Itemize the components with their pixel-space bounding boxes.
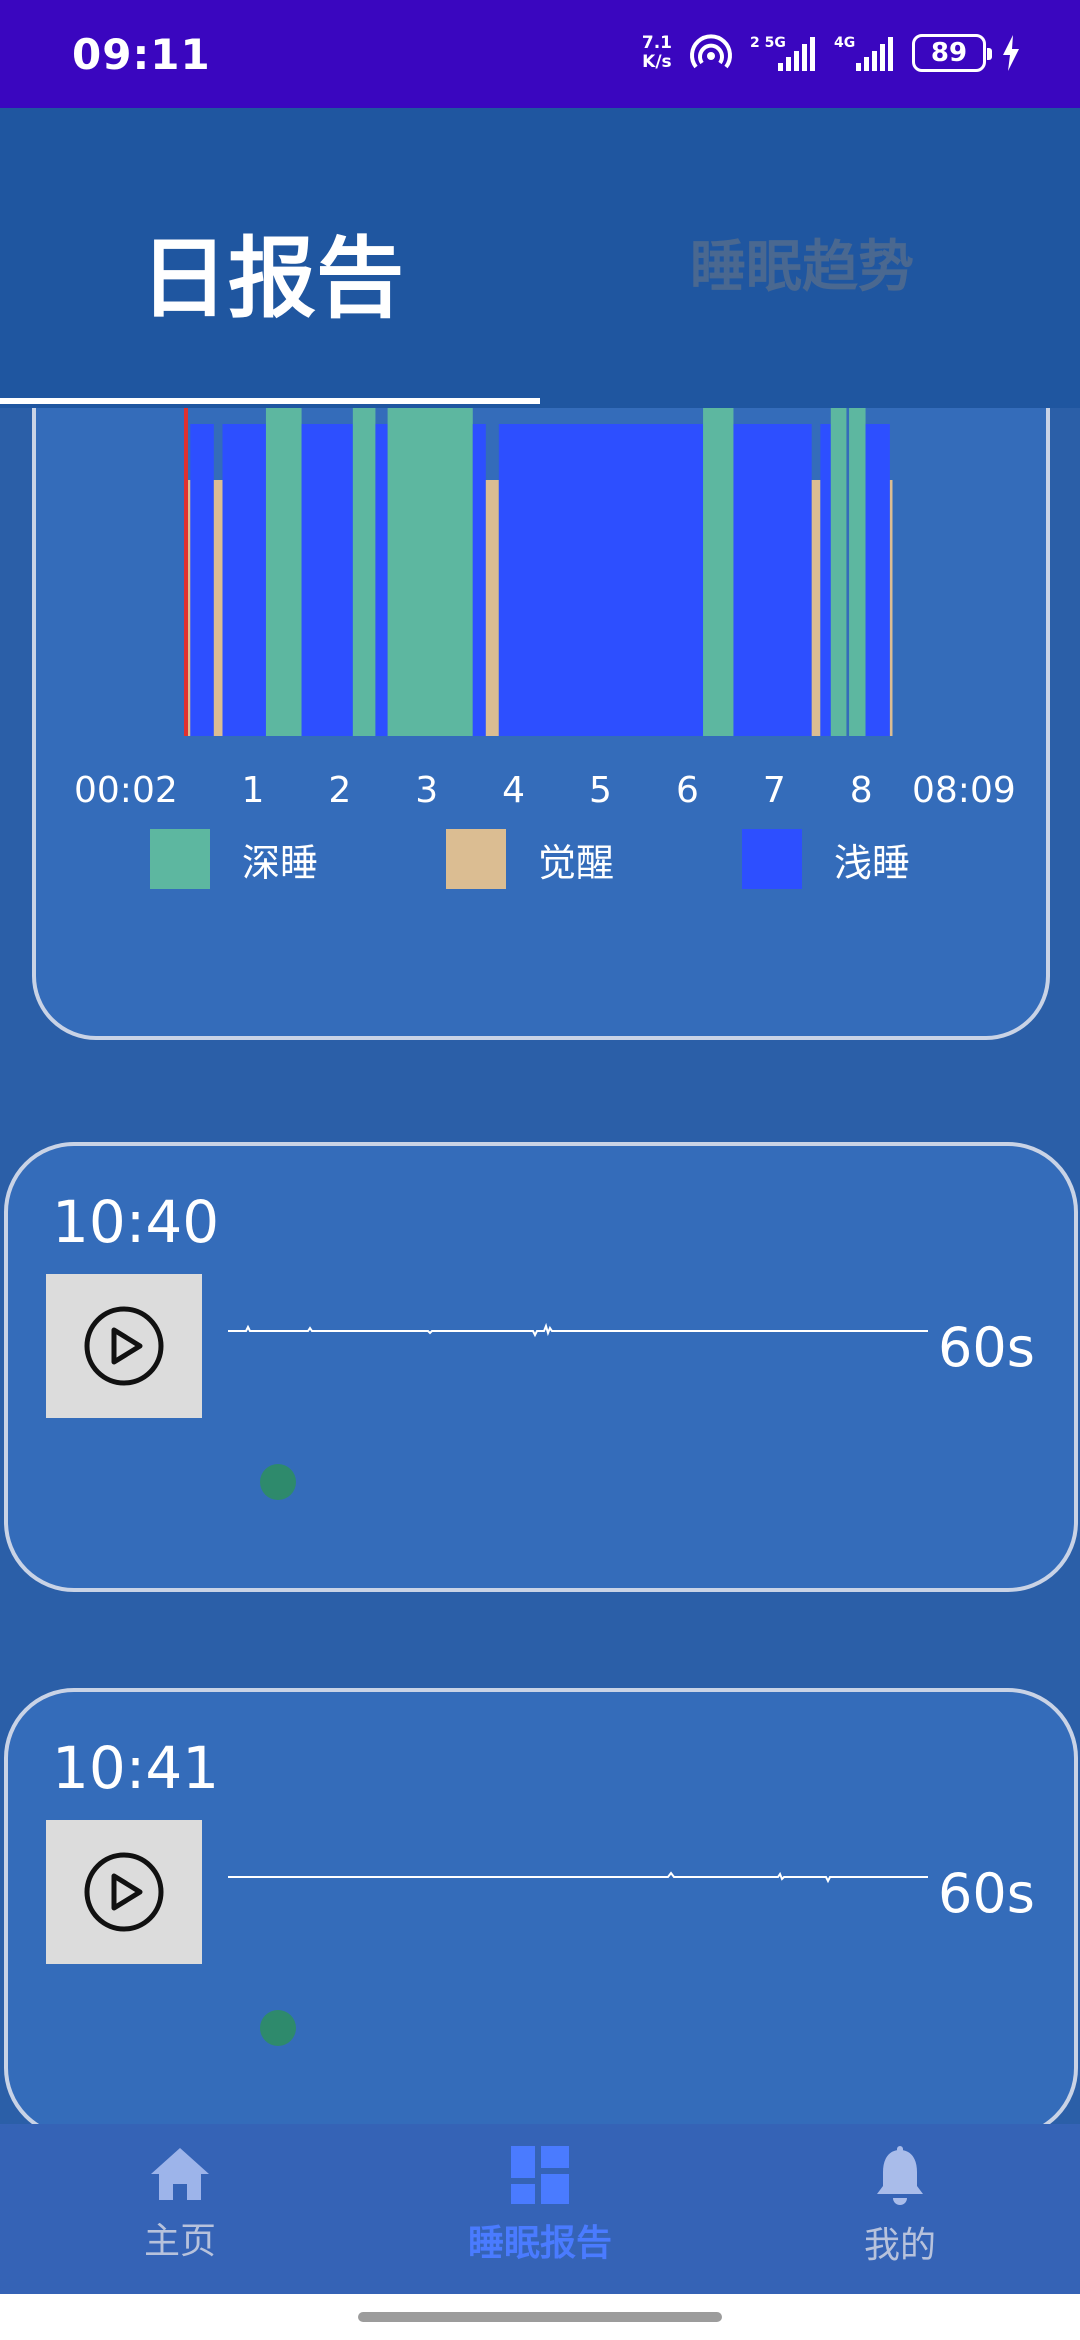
play-button[interactable] (46, 1820, 202, 1964)
battery-icon: 89 (912, 34, 992, 72)
stage-bar (703, 408, 734, 736)
x-tick-label: 2 (328, 770, 351, 811)
stage-bar (222, 424, 266, 736)
home-icon (151, 2148, 209, 2200)
play-icon (84, 1306, 164, 1386)
svg-text:4G: 4G (834, 35, 855, 51)
tab-sleep-trend[interactable]: 睡眠趋势 (690, 222, 914, 303)
x-tick-label: 3 (415, 770, 438, 811)
nav-sleep-report-label: 睡眠报告 (467, 2223, 612, 2264)
stage-bar (849, 408, 866, 736)
stage-bar (265, 408, 302, 736)
play-icon (84, 1852, 164, 1932)
stage-bar (733, 424, 812, 736)
legend-swatch (150, 829, 210, 889)
signal-5g-icon: 2 5G (750, 35, 815, 71)
x-tick-label: 6 (676, 770, 699, 811)
home-indicator[interactable] (358, 2312, 722, 2322)
status-bar: 09:11 7.1 K/s 2 5G 4G 89 (0, 0, 1080, 108)
dashboard-icon (511, 2146, 569, 2204)
legend-item-deep-sleep: 深睡 (150, 829, 446, 889)
network-speed: 7.1 K/s (641, 33, 672, 72)
nav-mine[interactable]: 我的 (790, 2146, 1010, 2268)
report-content[interactable]: 00:02 1 2 3 4 5 6 7 8 08:09 深睡 觉醒 浅睡 10:40 (0, 408, 1080, 2124)
svg-text:2 5G: 2 5G (750, 35, 786, 51)
x-start-label: 00:02 (74, 770, 178, 811)
bottom-nav: 主页 睡眠报告 我的 (0, 2124, 1080, 2294)
stage-bar (811, 480, 821, 736)
tab-daily-report[interactable]: 日报告 (140, 208, 404, 335)
stage-bar (485, 480, 499, 736)
stage-bar (820, 424, 831, 736)
x-tick-label: 7 (763, 770, 786, 811)
x-tick-label: 4 (502, 770, 525, 811)
recording-card: 10:41 60s (4, 1688, 1078, 2124)
stage-bar (375, 424, 388, 736)
recording-duration: 60s (938, 1862, 1035, 1925)
stage-bar (830, 408, 847, 736)
legend-swatch (742, 829, 802, 889)
stage-bar (889, 480, 893, 736)
stage-bar (387, 408, 473, 736)
play-button[interactable] (46, 1274, 202, 1418)
recording-card: 10:40 60s (4, 1142, 1078, 1592)
x-end-label: 08:09 (912, 770, 1016, 811)
status-time: 09:11 (72, 30, 211, 79)
stage-bar (301, 424, 353, 736)
stage-bar (213, 480, 223, 736)
bell-icon (877, 2146, 923, 2205)
stage-bar (472, 424, 486, 736)
legend-item-light-sleep: 浅睡 (742, 829, 1038, 889)
time-marker (184, 408, 188, 736)
stage-bar (865, 424, 890, 736)
recording-duration: 60s (938, 1316, 1035, 1379)
x-tick-label: 1 (241, 770, 264, 811)
status-dot (260, 2010, 296, 2046)
legend-label: 觉醒 (538, 840, 615, 885)
nav-sleep-report[interactable]: 睡眠报告 (430, 2146, 650, 2266)
audio-waveform (228, 1871, 928, 1884)
stage-bar (498, 424, 704, 736)
hotspot-icon (690, 34, 732, 69)
signal-4g-icon: 4G (834, 35, 893, 71)
status-icons: 7.1 K/s 2 5G 4G 89 (642, 30, 1020, 76)
legend-label: 浅睡 (834, 840, 911, 885)
report-tabs: 日报告 睡眠趋势 (0, 108, 1080, 408)
sleep-stage-chart: 00:02 1 2 3 4 5 6 7 8 08:09 (74, 408, 1016, 811)
stage-bar (352, 408, 376, 736)
legend-swatch (446, 829, 506, 889)
recording-time: 10:41 (52, 1734, 220, 1802)
stage-bar (190, 424, 214, 736)
nav-home-label: 主页 (143, 2221, 216, 2262)
x-tick-label: 8 (850, 770, 873, 811)
sleep-stage-card: 00:02 1 2 3 4 5 6 7 8 08:09 深睡 觉醒 浅睡 (32, 408, 1050, 1040)
tab-indicator (0, 398, 540, 404)
chart-legend: 深睡 觉醒 浅睡 (150, 829, 1038, 889)
legend-item-awake: 觉醒 (446, 829, 742, 889)
status-dot (260, 1464, 296, 1500)
charging-icon (1003, 35, 1019, 71)
system-nav-area (0, 2294, 1080, 2340)
nav-home[interactable]: 主页 (70, 2146, 290, 2264)
x-tick-label: 5 (589, 770, 612, 811)
nav-mine-label: 我的 (863, 2225, 936, 2266)
legend-label: 深睡 (242, 840, 319, 885)
audio-waveform (228, 1322, 928, 1338)
recording-time: 10:40 (52, 1188, 220, 1256)
